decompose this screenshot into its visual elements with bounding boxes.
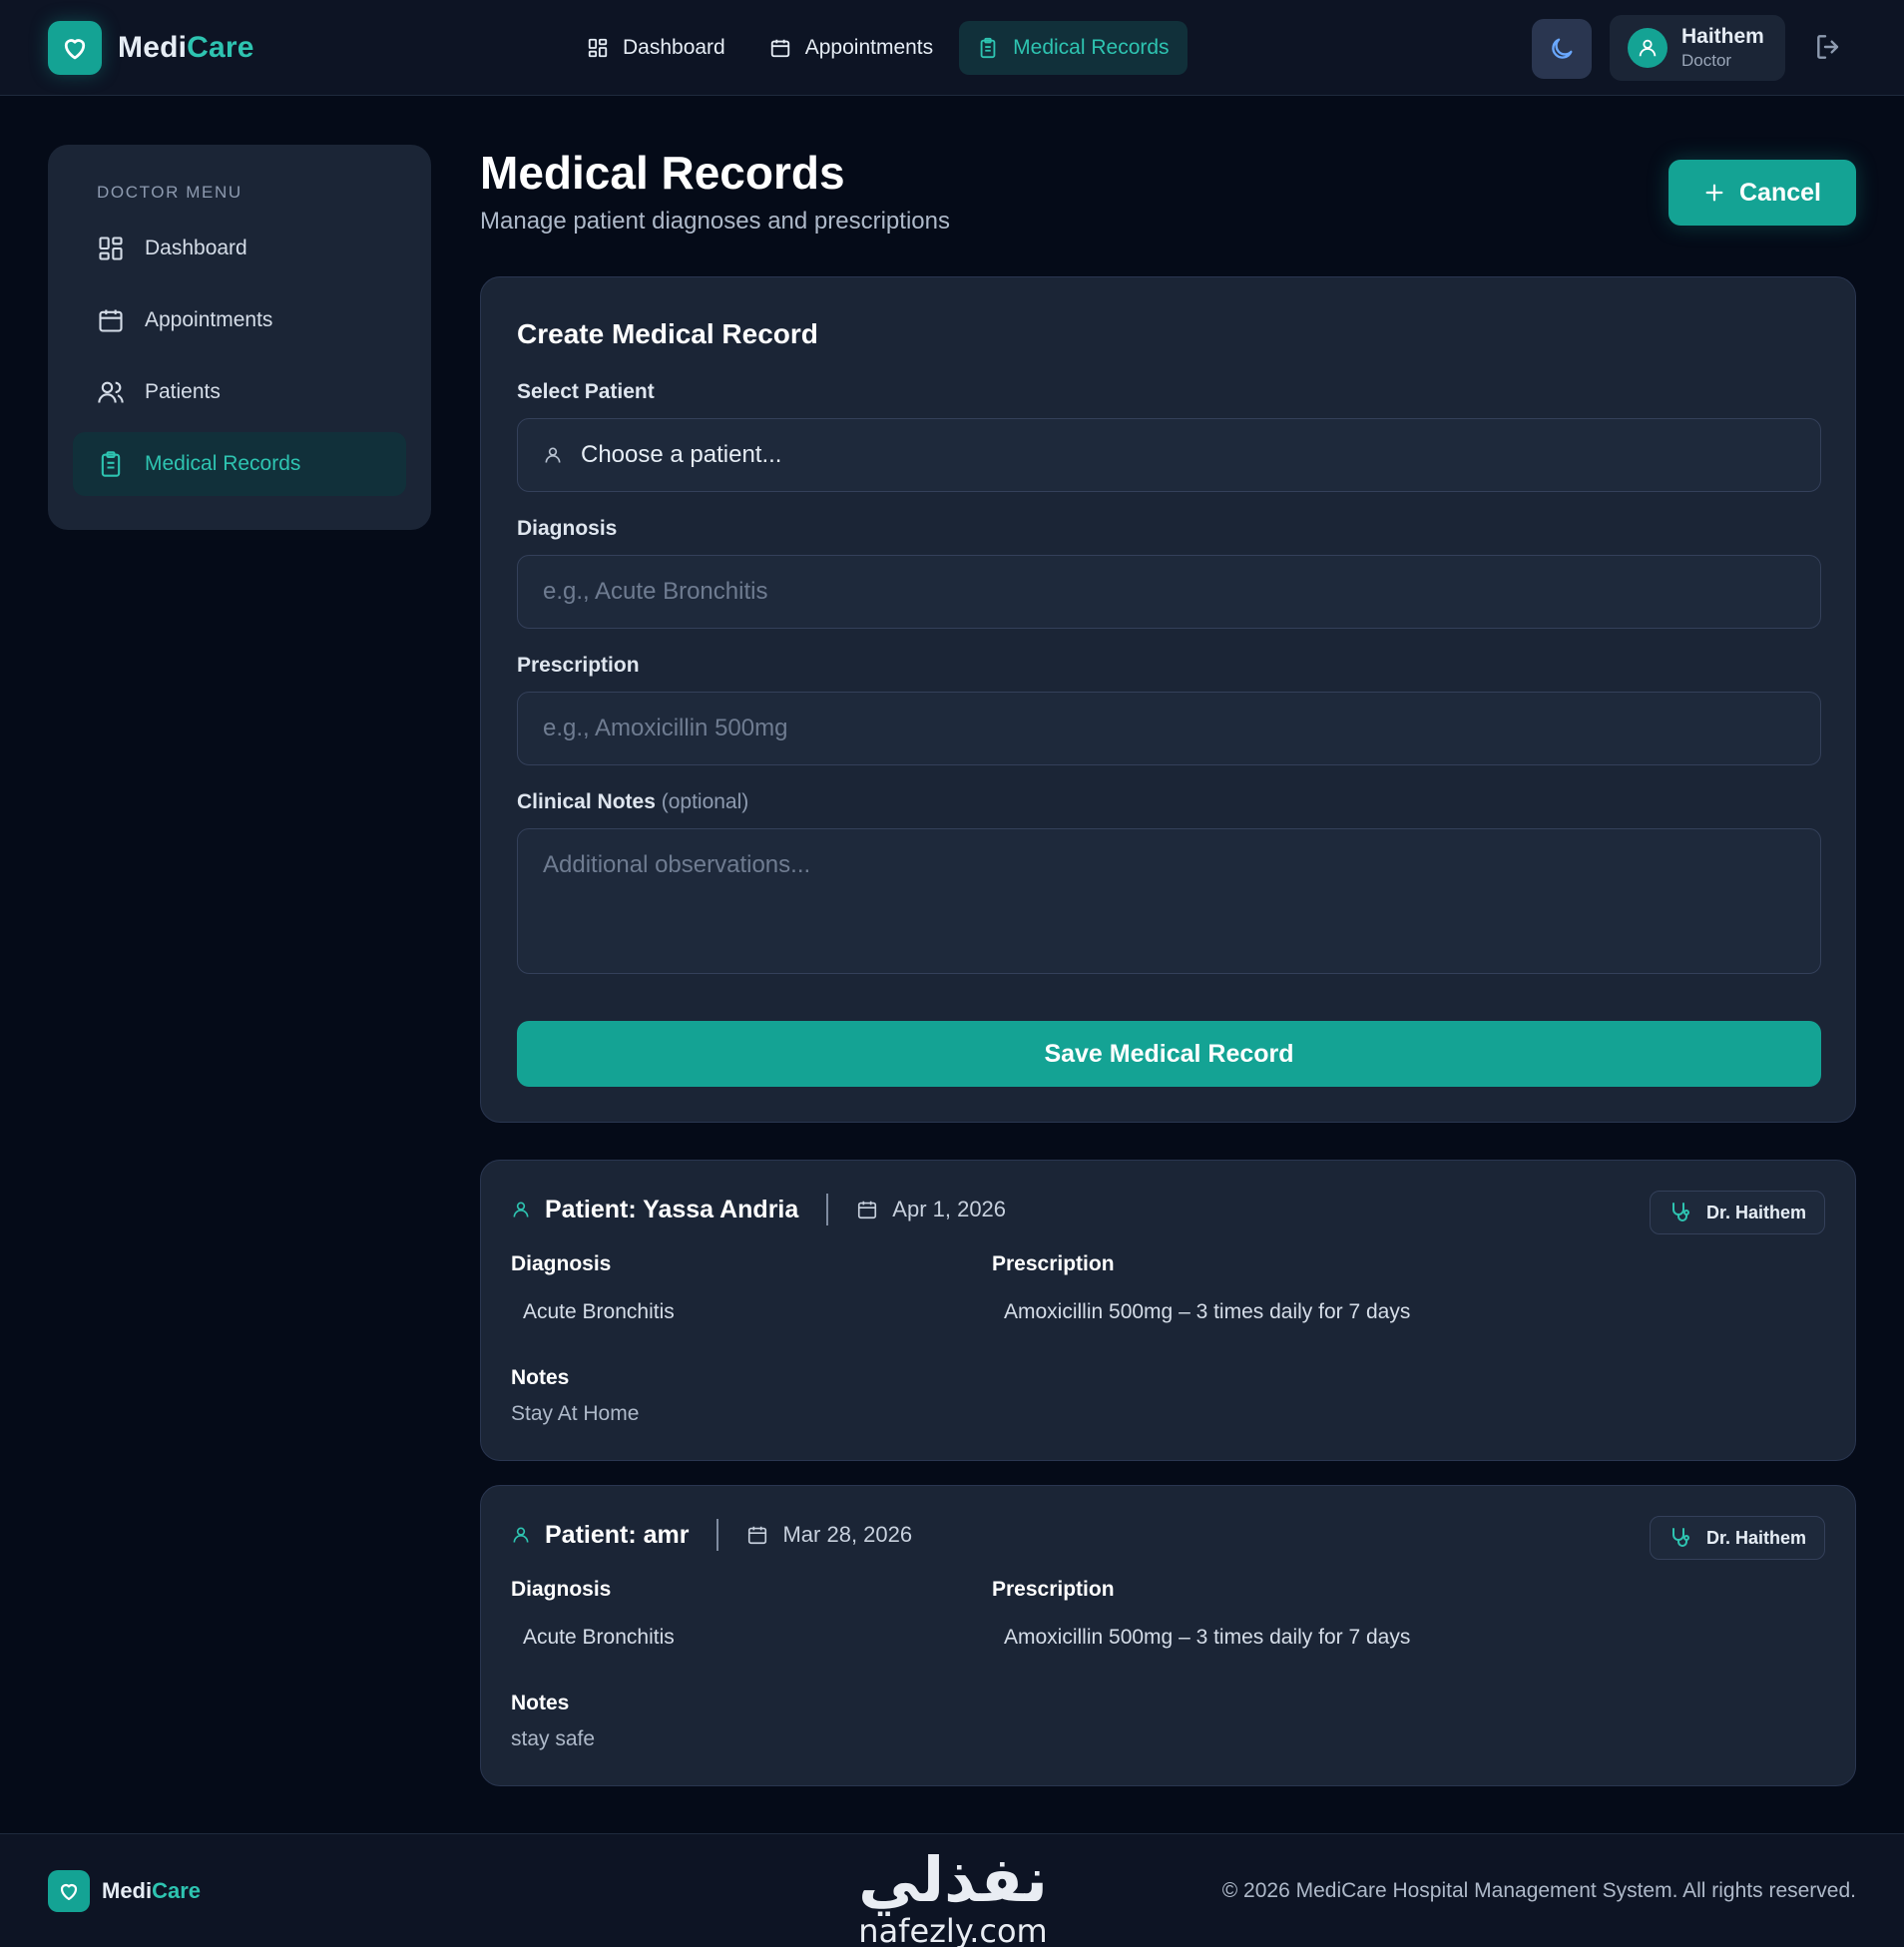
users-icon	[98, 381, 124, 403]
diagnosis-label: Diagnosis	[517, 517, 618, 540]
diagnosis-heading: Diagnosis	[511, 1252, 612, 1275]
doctor-name: Dr. Haithem	[1705, 1202, 1806, 1222]
user-icon	[513, 1202, 529, 1217]
diagnosis-placeholder: e.g., Acute Bronchitis	[543, 578, 768, 605]
prescription-heading: Prescription	[992, 1578, 1115, 1601]
nav-appointments-label: Appointments	[804, 36, 934, 59]
heart-icon	[48, 1870, 90, 1912]
main-nav: Dashboard Appointments Medical Records	[569, 21, 1188, 75]
sidebar-item-medical-records[interactable]: Medical Records	[73, 432, 406, 496]
prescription-input[interactable]: e.g., Amoxicillin 500mg	[517, 692, 1821, 765]
record-patient: Patient: amr	[545, 1520, 690, 1549]
page-title: Medical Records	[480, 147, 845, 199]
prescription-label: Prescription	[517, 654, 640, 677]
cancel-button-label: Cancel	[1739, 178, 1821, 207]
prescription-value: Amoxicillin 500mg – 3 times daily for 7 …	[1004, 1300, 1411, 1323]
record-patient: Patient: Yassa Andria	[545, 1195, 799, 1223]
notes-heading: Notes	[511, 1692, 570, 1714]
stethoscope-icon	[1671, 1203, 1689, 1221]
user-icon	[1628, 28, 1667, 68]
top-navbar: MediCare Dashboard Appointments Medical …	[0, 0, 1904, 96]
clinical-notes-placeholder: Additional observations...	[543, 851, 811, 878]
nav-medical-records-label: Medical Records	[1013, 36, 1170, 59]
user-profile[interactable]: Haithem Doctor	[1610, 15, 1785, 81]
prescription-value: Amoxicillin 500mg – 3 times daily for 7 …	[1004, 1626, 1411, 1649]
record-date: Mar 28, 2026	[782, 1522, 913, 1547]
diagnosis-value: Acute Bronchitis	[523, 1626, 675, 1649]
page-subtitle: Manage patient diagnoses and prescriptio…	[480, 208, 950, 235]
create-record-form: Create Medical Record Select Patient Cho…	[480, 276, 1856, 1123]
copyright-text: © 2026 MediCare Hospital Management Syst…	[1221, 1879, 1856, 1902]
divider	[716, 1519, 719, 1551]
divider	[826, 1194, 829, 1225]
nav-medical-records[interactable]: Medical Records	[959, 21, 1188, 75]
sidebar-item-dashboard[interactable]: Dashboard	[73, 217, 406, 280]
user-icon	[545, 447, 561, 463]
user-role: Doctor	[1681, 51, 1732, 70]
sidebar-item-label: Appointments	[145, 308, 273, 331]
clinical-notes-label: Clinical Notes (optional)	[517, 790, 749, 813]
footer-logo[interactable]: MediCare	[48, 1870, 201, 1912]
moon-icon	[1552, 38, 1573, 59]
logout-icon[interactable]	[1813, 31, 1845, 68]
save-record-button[interactable]: Save Medical Record	[517, 1021, 1821, 1087]
watermark-arabic: نفذلي	[858, 1843, 1048, 1916]
watermark-logo: نفذلي nafezly.com	[843, 1843, 1063, 1947]
doctor-badge: Dr. Haithem	[1649, 1191, 1825, 1234]
clipboard-icon	[980, 37, 996, 59]
calendar-icon	[99, 309, 123, 332]
grid-icon	[588, 38, 608, 58]
calendar-icon	[770, 39, 789, 58]
heart-icon	[48, 21, 102, 75]
stethoscope-icon	[1671, 1528, 1689, 1547]
diagnosis-heading: Diagnosis	[511, 1578, 612, 1601]
clipboard-icon	[101, 451, 121, 477]
nav-appointments[interactable]: Appointments	[751, 21, 951, 75]
patient-select-value: Choose a patient...	[581, 441, 782, 468]
grid-icon	[99, 237, 123, 260]
form-title: Create Medical Record	[517, 318, 818, 349]
cancel-button[interactable]: Cancel	[1668, 160, 1856, 226]
watermark-domain: nafezly.com	[858, 1912, 1048, 1947]
patient-label: Select Patient	[517, 380, 655, 403]
sidebar-item-patients[interactable]: Patients	[73, 360, 406, 424]
calendar-icon	[748, 1526, 767, 1545]
diagnosis-input[interactable]: e.g., Acute Bronchitis	[517, 555, 1821, 629]
notes-value: stay safe	[511, 1727, 596, 1750]
app-logo[interactable]: MediCare	[48, 21, 254, 75]
clinical-notes-textarea[interactable]: Additional observations...	[517, 828, 1821, 974]
diagnosis-value: Acute Bronchitis	[523, 1300, 675, 1323]
footer: MediCare نفذلي nafezly.com © 2026 MediCa…	[0, 1833, 1904, 1947]
doctor-name: Dr. Haithem	[1705, 1527, 1806, 1548]
calendar-icon	[858, 1201, 877, 1219]
user-icon	[513, 1527, 529, 1543]
app-name: MediCare	[118, 31, 254, 64]
notes-heading: Notes	[511, 1366, 570, 1389]
prescription-placeholder: e.g., Amoxicillin 500mg	[543, 715, 788, 741]
notes-value: Stay At Home	[511, 1402, 640, 1425]
prescription-heading: Prescription	[992, 1252, 1115, 1275]
record-card: Patient: Yassa Andria Apr 1, 2026 Dr. Ha…	[480, 1160, 1856, 1461]
sidebar-item-label: Patients	[145, 380, 221, 403]
sidebar-item-label: Medical Records	[145, 452, 301, 475]
sidebar-item-appointments[interactable]: Appointments	[73, 288, 406, 352]
record-card: Patient: amr Mar 28, 2026 Dr. Haithem Di…	[480, 1485, 1856, 1786]
patient-select[interactable]: Choose a patient...	[517, 418, 1821, 492]
theme-toggle-button[interactable]	[1532, 19, 1592, 79]
doctor-badge: Dr. Haithem	[1649, 1516, 1825, 1560]
record-date: Apr 1, 2026	[892, 1197, 1007, 1221]
sidebar-item-label: Dashboard	[145, 237, 247, 259]
footer-app-name: MediCare	[102, 1878, 202, 1903]
sidebar-title: DOCTOR MENU	[97, 183, 242, 202]
user-name: Haithem	[1681, 25, 1764, 48]
sidebar: DOCTOR MENU Dashboard Appointments Patie…	[48, 145, 431, 530]
nav-dashboard[interactable]: Dashboard	[569, 21, 743, 75]
plus-icon	[1705, 184, 1723, 202]
nav-dashboard-label: Dashboard	[623, 36, 725, 59]
